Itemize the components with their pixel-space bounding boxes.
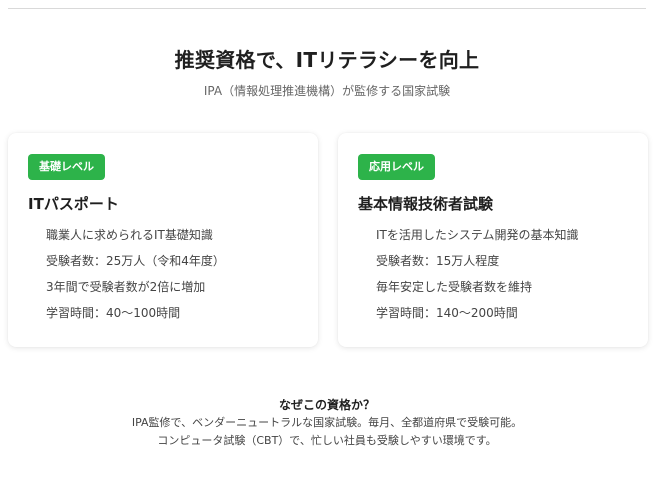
card-feature-list: 職業人に求められるIT基礎知識 受験者数：25万人（令和4年度） 3年間で受験者…	[46, 227, 225, 331]
list-item: 学習時間：40〜100時間	[46, 306, 181, 320]
list-item: 職業人に求められるIT基礎知識	[46, 228, 213, 242]
card-title: ITパスポート	[28, 195, 119, 213]
level-badge: 応用レベル	[358, 154, 435, 180]
list-item: 毎年安定した受験者数を維持	[376, 280, 533, 294]
card-title: 基本情報技術者試験	[358, 195, 494, 213]
list-item: 学習時間：140〜200時間	[376, 306, 518, 320]
card-it-passport: 基礎レベル ITパスポート 職業人に求められるIT基礎知識 受験者数：25万人（…	[8, 133, 318, 347]
list-item: ITを活用したシステム開発の基本知識	[376, 228, 579, 242]
list-item: 受験者数：25万人（令和4年度）	[46, 254, 225, 268]
list-item: 3年間で受験者数が2倍に増加	[46, 280, 206, 294]
why-text-line: IPA監修で、ベンダーニュートラルな国家試験。毎月、全都道府県で受験可能。	[131, 416, 523, 429]
list-item: 受験者数：15万人程度	[376, 254, 500, 268]
top-divider	[8, 8, 646, 9]
why-text-line: コンピュータ試験（CBT）で、忙しい社員も受験しやすい環境です。	[157, 434, 497, 447]
card-feature-list: ITを活用したシステム開発の基本知識 受験者数：15万人程度 毎年安定した受験者…	[376, 227, 579, 331]
hero-section: 推奨資格で、ITリテラシーを向上 IPA（情報処理推進機構）が監修する国家試験	[0, 46, 654, 100]
page-subtitle: IPA（情報処理推進機構）が監修する国家試験	[203, 84, 451, 98]
why-section: なぜこの資格か？ IPA監修で、ベンダーニュートラルな国家試験。毎月、全都道府県…	[0, 396, 654, 450]
page-title: 推奨資格で、ITリテラシーを向上	[174, 48, 480, 72]
card-fundamental-engineer: 応用レベル 基本情報技術者試験 ITを活用したシステム開発の基本知識 受験者数：…	[338, 133, 648, 347]
level-badge: 基礎レベル	[28, 154, 105, 180]
why-heading: なぜこの資格か？	[278, 398, 375, 412]
